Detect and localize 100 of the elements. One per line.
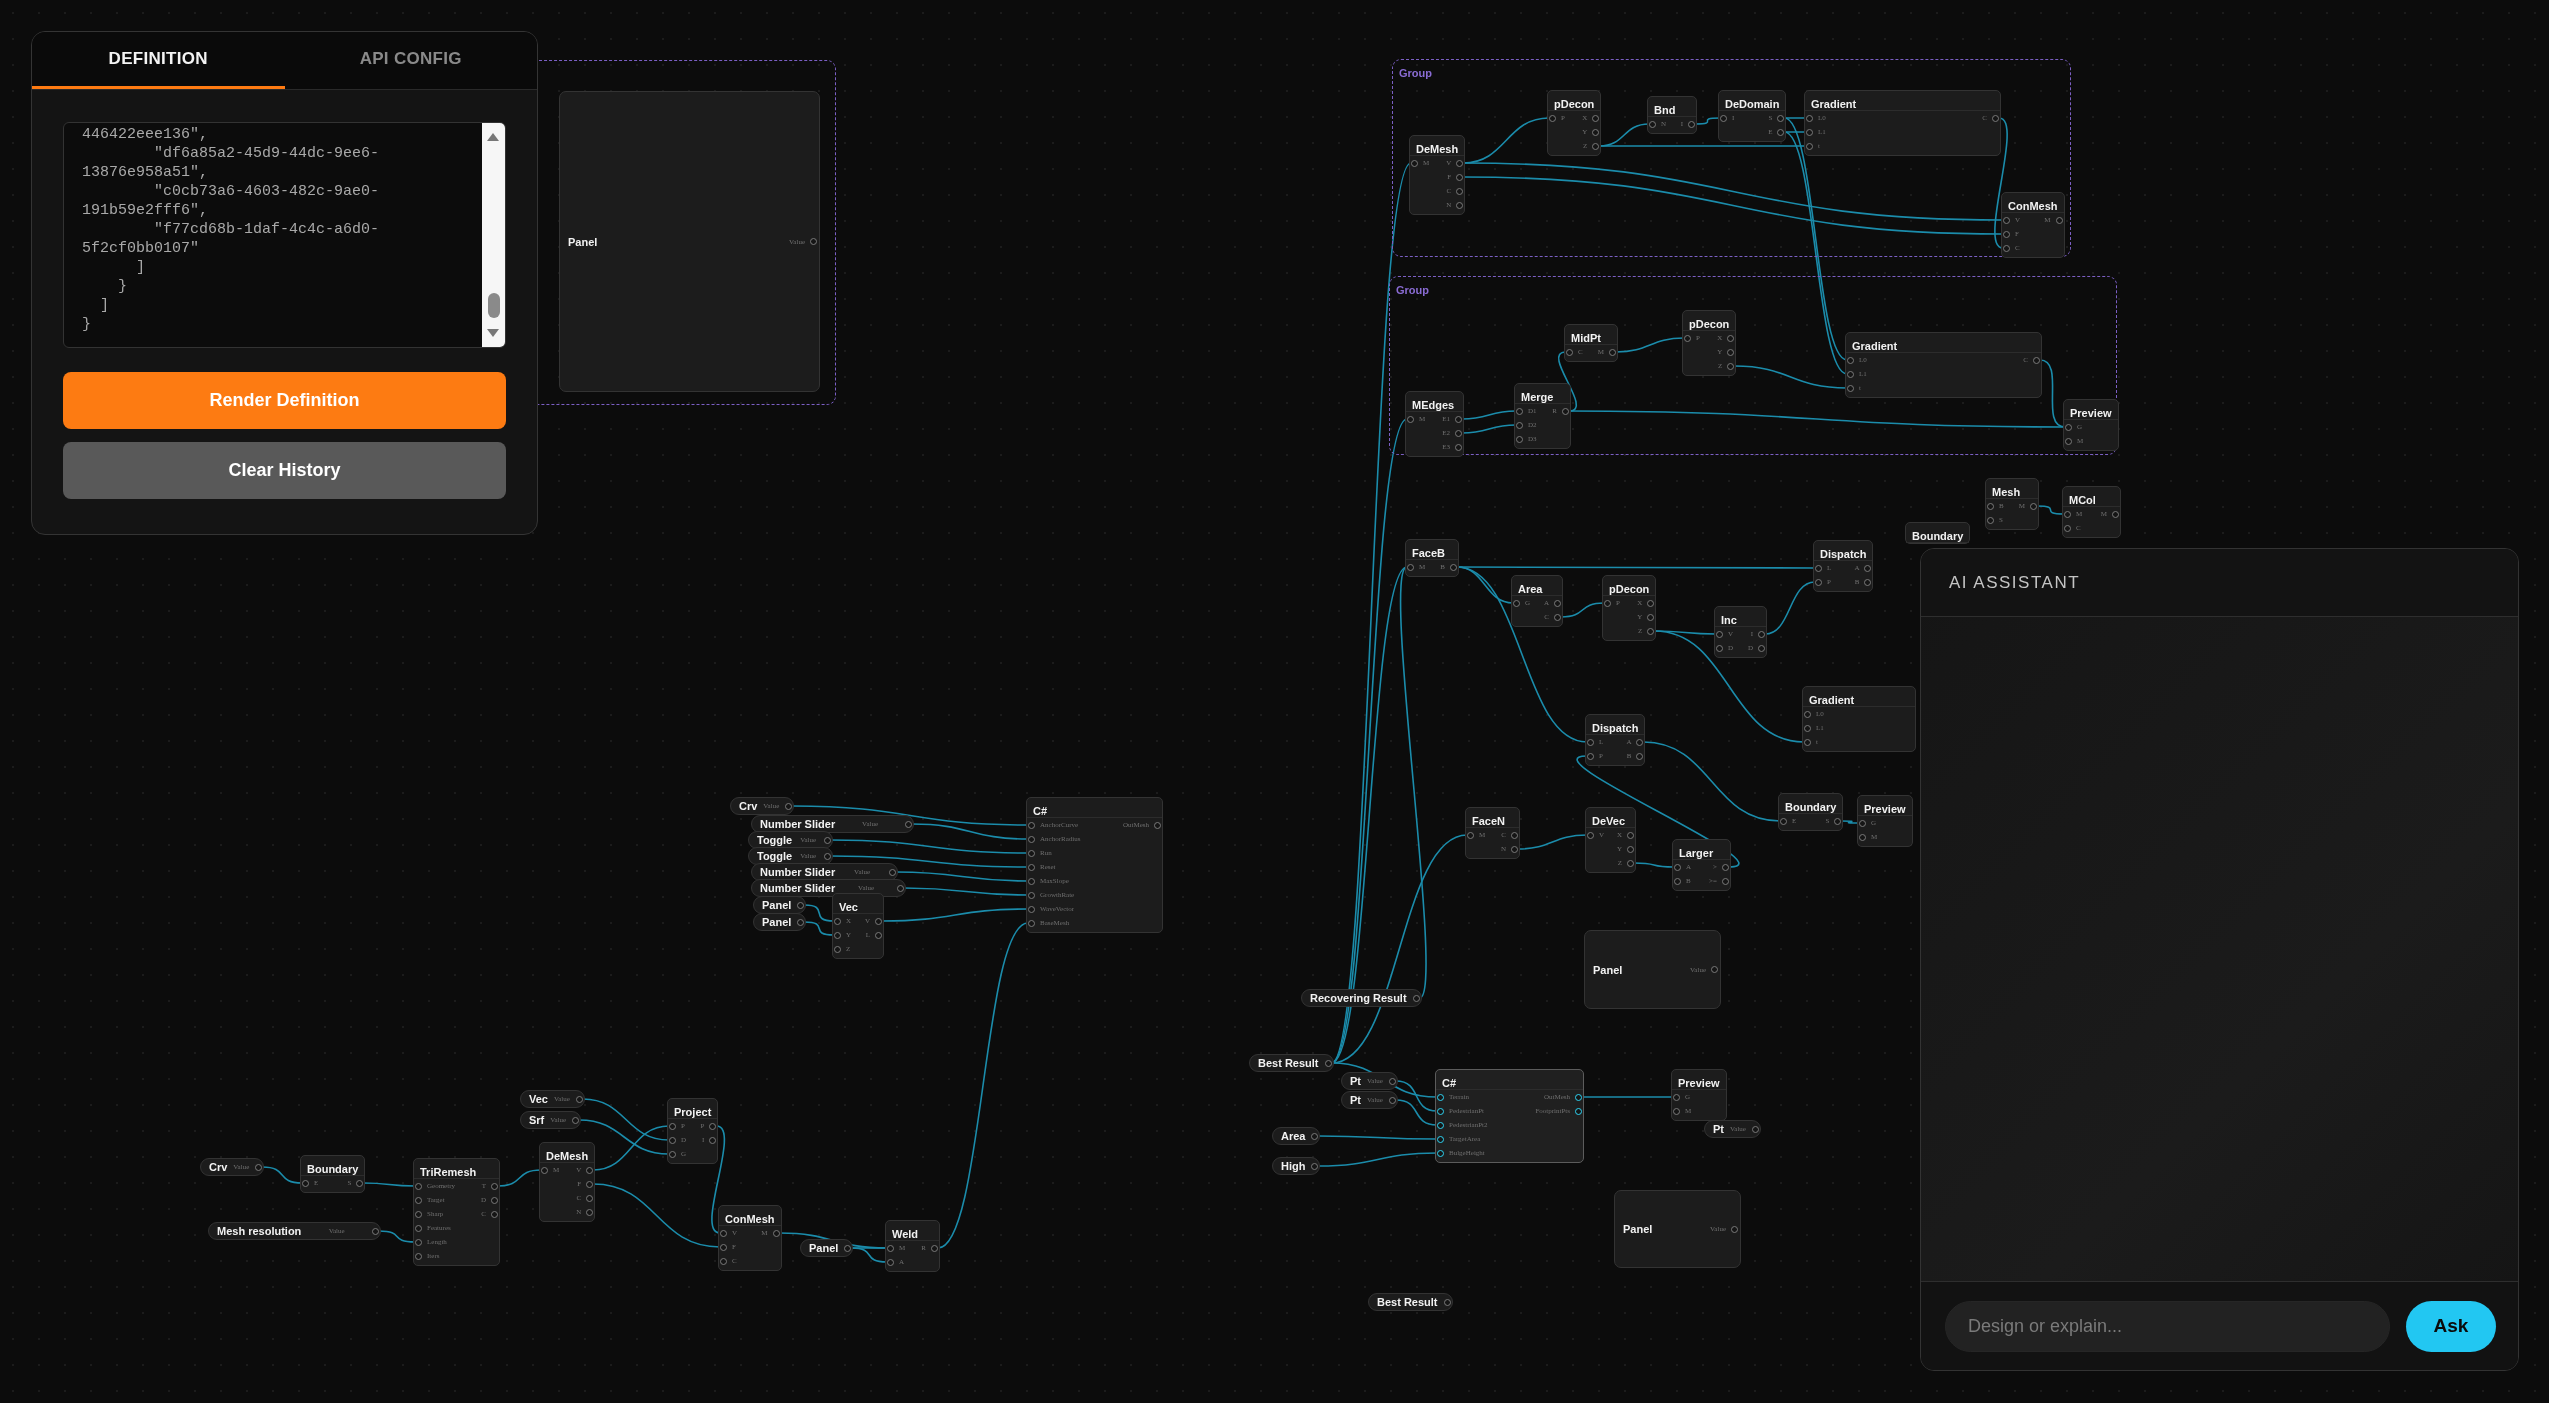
output-port[interactable] (356, 1179, 364, 1187)
output-port[interactable] (1834, 817, 1842, 825)
node-title: Number Slider (760, 818, 836, 830)
parameter-node[interactable]: Panel (753, 913, 807, 931)
input-port[interactable] (302, 1179, 309, 1187)
parameter-node[interactable]: Panel (800, 1239, 854, 1257)
node-title: Toggle (757, 850, 793, 862)
wire (497, 1169, 542, 1187)
question-field[interactable]: Design or explain... (1945, 1300, 2390, 1352)
node-title: MEdges (1412, 399, 1455, 411)
node-title: Merge (1521, 391, 1554, 403)
node-title: C# (1442, 1077, 1457, 1089)
input-port[interactable] (1720, 114, 1727, 122)
output-port[interactable] (1751, 1125, 1759, 1133)
output-port[interactable] (1443, 1298, 1451, 1306)
output-port[interactable] (785, 802, 793, 810)
clear-button[interactable]: Clear History (63, 442, 506, 499)
parameter-node[interactable]: Best Result (1368, 1293, 1453, 1311)
node-title: Pt (1350, 1094, 1361, 1106)
output-port[interactable] (772, 1229, 780, 1237)
node-title: C# (1033, 805, 1048, 817)
output-port[interactable] (1688, 120, 1695, 128)
input-port[interactable] (1513, 599, 1520, 607)
definition-editor[interactable]: 446422eee136", "df6a85a2-45d9-44dc-9ee6- 13876e958a51", "c0cb73a6-4603-482c-9ae0- 191b59e2fff6", "f77cd68b-1daf-4c4c-a6d0- 5f2cf0bb0107" ] } ] } (63, 122, 506, 348)
parameter-node[interactable]: Panel (753, 896, 807, 914)
node-title: ConMesh (2008, 200, 2058, 212)
input-port[interactable] (1604, 599, 1611, 607)
wire (362, 1182, 416, 1187)
output-port[interactable] (575, 1095, 583, 1103)
input-port[interactable] (1780, 817, 1787, 825)
input-port[interactable] (1649, 120, 1656, 128)
node-title: Best Result (1377, 1296, 1438, 1308)
input-port[interactable] (1684, 334, 1691, 342)
node-title: Boundary (1785, 801, 1837, 813)
node-title: Best Result (1258, 1057, 1319, 1069)
output-port[interactable] (1450, 563, 1457, 571)
ask-button[interactable]: Ask (2406, 1300, 2496, 1352)
scrollbar[interactable] (482, 123, 505, 347)
output-port[interactable] (1388, 1096, 1396, 1104)
wire (2036, 505, 2065, 515)
output-port[interactable] (931, 1244, 938, 1252)
input-port[interactable] (1467, 831, 1474, 839)
output-port[interactable] (797, 918, 805, 926)
wire (1840, 820, 1860, 824)
definition-text: 446422eee136", "df6a85a2-45d9-44dc-9ee6- 13876e958a51", "c0cb73a6-4603-482c-9ae0- 191b59e2fff6", "f77cd68b-1daf-4c4c-a6d0- 5f2cf0bb0107" ] } ] } (81, 125, 381, 335)
input-port[interactable] (1587, 831, 1594, 839)
node-title: Panel (1593, 963, 1623, 976)
node-title: Number Slider (760, 866, 836, 878)
input-port[interactable] (541, 1166, 548, 1174)
node-title: Preview (1678, 1077, 1720, 1089)
node-title: Number Slider (760, 882, 836, 894)
wire (803, 921, 835, 936)
node-title: Larger (1679, 847, 1714, 859)
output-port[interactable] (905, 820, 912, 828)
parameter-node[interactable]: Area (1272, 1127, 1321, 1145)
tab[interactable]: DEFINITION (32, 32, 285, 89)
output-port[interactable] (2112, 510, 2119, 518)
output-port[interactable] (1609, 348, 1616, 356)
output-port[interactable] (255, 1163, 263, 1171)
input-port[interactable] (1549, 114, 1556, 122)
output-port[interactable] (1562, 407, 1569, 415)
parameter-node[interactable]: Best Result (1249, 1054, 1334, 1072)
node-title: DeDomain (1725, 98, 1780, 110)
output-port[interactable] (1388, 1077, 1396, 1085)
node-title: DeMesh (1416, 143, 1459, 155)
tab[interactable]: API CONFIG (284, 32, 537, 89)
wire (1461, 424, 1517, 434)
output-port[interactable] (1324, 1059, 1332, 1067)
node-title: Weld (892, 1228, 919, 1240)
output-port[interactable] (2055, 216, 2063, 224)
input-port[interactable] (1407, 563, 1414, 571)
output-port[interactable] (1992, 114, 1999, 122)
output-port[interactable] (810, 238, 817, 245)
node-title: Dispatch (1592, 722, 1639, 734)
output-port[interactable] (844, 1244, 852, 1252)
input-port[interactable] (1407, 415, 1414, 423)
node-title: Panel (762, 899, 792, 911)
output-port[interactable] (1412, 994, 1420, 1002)
node-title: DeMesh (546, 1150, 589, 1162)
output-port[interactable] (1311, 1132, 1319, 1140)
node-title: Panel (1623, 1223, 1653, 1235)
output-port[interactable] (1711, 966, 1718, 973)
parameter-node[interactable]: High (1272, 1157, 1321, 1175)
node-title: Boundary (307, 1163, 359, 1175)
output-port[interactable] (2033, 356, 2040, 364)
parameter-node[interactable]: Recovering Result (1301, 989, 1422, 1007)
input-port[interactable] (1411, 159, 1418, 167)
node-title: Area (1518, 583, 1543, 595)
output-port[interactable] (572, 1116, 580, 1124)
output-port[interactable] (372, 1227, 379, 1235)
node-title: TriRemesh (420, 1166, 477, 1178)
node-title: Pt (1713, 1123, 1724, 1135)
component-node[interactable]: Boundary (1905, 522, 1971, 544)
input-port[interactable] (1566, 348, 1573, 356)
node-title: High (1281, 1160, 1306, 1172)
output-port[interactable] (797, 901, 805, 909)
output-port[interactable] (1311, 1162, 1319, 1170)
output-port[interactable] (1154, 821, 1161, 829)
output-port[interactable] (1731, 1225, 1738, 1233)
output-port[interactable] (2030, 502, 2037, 510)
